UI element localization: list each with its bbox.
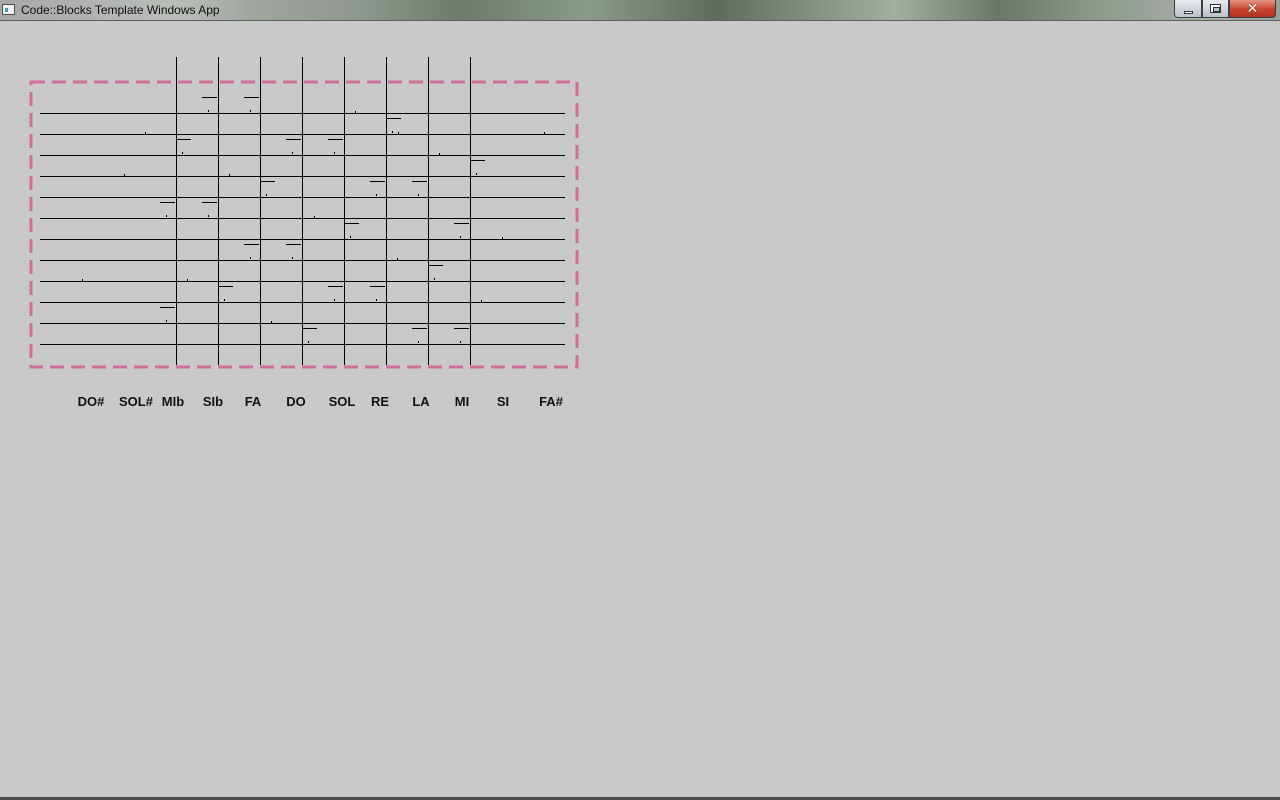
staff-drawing <box>29 57 579 369</box>
vertical-lines <box>176 57 471 365</box>
selection-frame <box>29 80 579 369</box>
